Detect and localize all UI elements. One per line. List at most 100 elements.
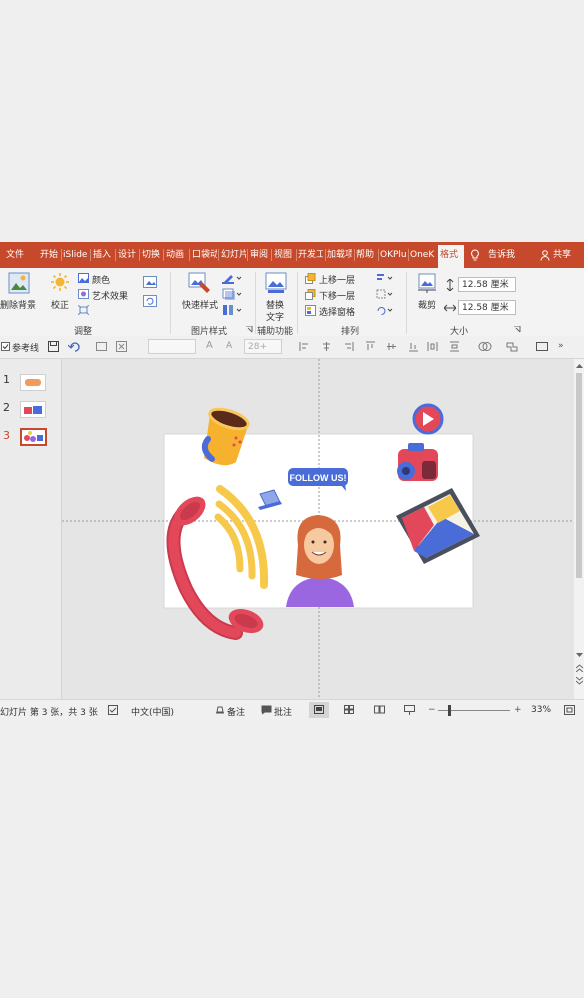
follow-us-text: FOLLOW US! bbox=[290, 473, 347, 483]
color-icon bbox=[78, 273, 89, 286]
sun-correct-icon bbox=[50, 272, 70, 295]
remove-background-icon bbox=[8, 272, 30, 297]
size-dialog-launcher-icon[interactable] bbox=[514, 325, 521, 336]
lightbulb-icon bbox=[470, 249, 480, 265]
height-field[interactable]: 12.58 厘米 bbox=[458, 277, 516, 292]
send-backward-icon bbox=[305, 289, 316, 303]
tab-okplus[interactable]: OKPlu bbox=[380, 247, 407, 263]
crop-button[interactable]: 裁剪 bbox=[418, 298, 436, 311]
zoom-out-button[interactable]: − bbox=[428, 705, 436, 715]
rotate-icon[interactable] bbox=[376, 305, 394, 318]
language-status[interactable]: 中文(中国) bbox=[131, 705, 174, 718]
quick-style-icon bbox=[188, 272, 212, 297]
tab-developer[interactable]: 开发工 bbox=[298, 247, 323, 263]
scroll-thumb[interactable] bbox=[576, 373, 582, 578]
align-bottom-icon[interactable] bbox=[408, 341, 419, 352]
tab-transitions[interactable]: 切换 bbox=[142, 247, 162, 263]
tab-addins[interactable]: 加载项 bbox=[327, 247, 352, 263]
distribute-h-icon[interactable] bbox=[427, 341, 438, 352]
slide-number-active: 3 bbox=[3, 429, 10, 442]
fit-to-window-icon[interactable] bbox=[564, 705, 575, 718]
tab-slideshow[interactable]: 幻灯片 bbox=[221, 247, 246, 263]
distribute-v-icon[interactable] bbox=[449, 341, 460, 352]
selection-pane-button[interactable]: 选择窗格 bbox=[319, 305, 355, 318]
border-pen-icon[interactable] bbox=[222, 272, 242, 287]
share-button[interactable]: 共享 bbox=[553, 247, 575, 263]
layout-icon[interactable] bbox=[222, 304, 242, 319]
quick-style-button[interactable]: 快速样式 bbox=[182, 298, 218, 311]
shape-merge-icon[interactable] bbox=[478, 341, 492, 352]
shape-combine-icon[interactable] bbox=[505, 341, 519, 352]
alt-text-button-line2[interactable]: 文字 bbox=[266, 310, 284, 323]
font-name-dropdown[interactable] bbox=[148, 339, 196, 354]
slide-icon[interactable] bbox=[96, 341, 107, 355]
align-middle-icon[interactable] bbox=[386, 341, 397, 352]
align-left-icon[interactable] bbox=[299, 341, 310, 352]
quick-access-toolbar: 参考线 A A 28+ » bbox=[0, 336, 584, 359]
art-effect-button[interactable]: 艺术效果 bbox=[92, 289, 128, 302]
decrease-font-button[interactable]: A bbox=[226, 341, 232, 351]
group-objects-icon[interactable] bbox=[376, 289, 394, 302]
zoom-slider-thumb[interactable] bbox=[448, 705, 451, 716]
dialog-launcher-icon[interactable] bbox=[246, 325, 253, 336]
save-icon[interactable] bbox=[48, 341, 59, 355]
tab-insert[interactable]: 插入 bbox=[93, 247, 113, 263]
next-slide-icon[interactable] bbox=[575, 676, 584, 688]
slide-thumbnail-pane: 1 2 3 bbox=[0, 359, 62, 699]
tab-format[interactable]: 格式 bbox=[438, 245, 464, 268]
effects-icon[interactable] bbox=[222, 288, 242, 303]
more-commands-icon[interactable]: » bbox=[558, 341, 564, 351]
comments-icon bbox=[261, 705, 272, 718]
art-effect-icon bbox=[78, 289, 89, 302]
comments-button[interactable]: 批注 bbox=[274, 705, 292, 718]
slide-thumbnail-1[interactable] bbox=[20, 374, 46, 391]
notes-button[interactable]: 备注 bbox=[227, 705, 245, 718]
height-icon bbox=[444, 278, 456, 294]
tab-help[interactable]: 帮助 bbox=[356, 247, 376, 263]
color-button[interactable]: 颜色 bbox=[92, 273, 110, 286]
tab-pocket-animation[interactable]: 口袋动 bbox=[192, 247, 217, 263]
font-size-field[interactable]: 28+ bbox=[244, 339, 282, 354]
tab-onekey[interactable]: OneK bbox=[410, 247, 435, 263]
guides-checkbox[interactable] bbox=[1, 342, 10, 354]
tell-me-search[interactable]: 告诉我 bbox=[488, 247, 518, 263]
send-backward-button[interactable]: 下移一层 bbox=[319, 289, 355, 302]
tab-islide[interactable]: iSlide bbox=[63, 247, 89, 263]
width-icon bbox=[443, 302, 457, 317]
align-icon[interactable] bbox=[376, 273, 394, 286]
change-picture-icon[interactable] bbox=[143, 276, 157, 291]
scroll-up-icon[interactable] bbox=[576, 361, 583, 371]
vertical-scrollbar[interactable] bbox=[574, 359, 584, 699]
rectangle-icon[interactable] bbox=[536, 341, 548, 352]
zoom-in-button[interactable]: + bbox=[514, 705, 522, 715]
slideshow-icon[interactable] bbox=[404, 705, 415, 718]
tab-view[interactable]: 视图 bbox=[274, 247, 294, 263]
status-bar: 幻灯片 第 3 张，共 3 张 中文(中国) 备注 批注 − + 33% bbox=[0, 699, 584, 721]
close-box-icon[interactable] bbox=[116, 341, 127, 355]
increase-font-button[interactable]: A bbox=[206, 340, 213, 351]
reading-view-icon[interactable] bbox=[374, 705, 385, 717]
align-right-icon[interactable] bbox=[343, 341, 354, 352]
accessibility-check-icon[interactable] bbox=[108, 705, 118, 718]
scroll-down-icon[interactable] bbox=[576, 651, 583, 661]
reset-picture-icon[interactable] bbox=[143, 295, 157, 310]
tab-file[interactable]: 文件 bbox=[6, 247, 28, 263]
zoom-level[interactable]: 33% bbox=[531, 705, 551, 715]
undo-icon[interactable] bbox=[67, 341, 84, 355]
align-top-icon[interactable] bbox=[365, 341, 376, 352]
bring-forward-button[interactable]: 上移一层 bbox=[319, 273, 355, 286]
slide-thumbnail-2[interactable] bbox=[20, 401, 46, 418]
tab-home[interactable]: 开始 bbox=[40, 247, 60, 263]
notes-icon bbox=[215, 705, 225, 718]
tab-design[interactable]: 设计 bbox=[118, 247, 138, 263]
remove-background-button[interactable]: 删除背景 bbox=[0, 298, 36, 311]
slide-number: 1 bbox=[3, 373, 10, 386]
tab-review[interactable]: 审阅 bbox=[250, 247, 270, 263]
tab-animations[interactable]: 动画 bbox=[166, 247, 186, 263]
prev-slide-icon[interactable] bbox=[575, 664, 584, 675]
slide-thumbnail-3[interactable] bbox=[20, 428, 47, 446]
slide-sorter-icon[interactable] bbox=[344, 705, 354, 717]
correct-button[interactable]: 校正 bbox=[51, 298, 69, 311]
width-field[interactable]: 12.58 厘米 bbox=[458, 300, 516, 315]
align-center-icon[interactable] bbox=[321, 341, 332, 352]
